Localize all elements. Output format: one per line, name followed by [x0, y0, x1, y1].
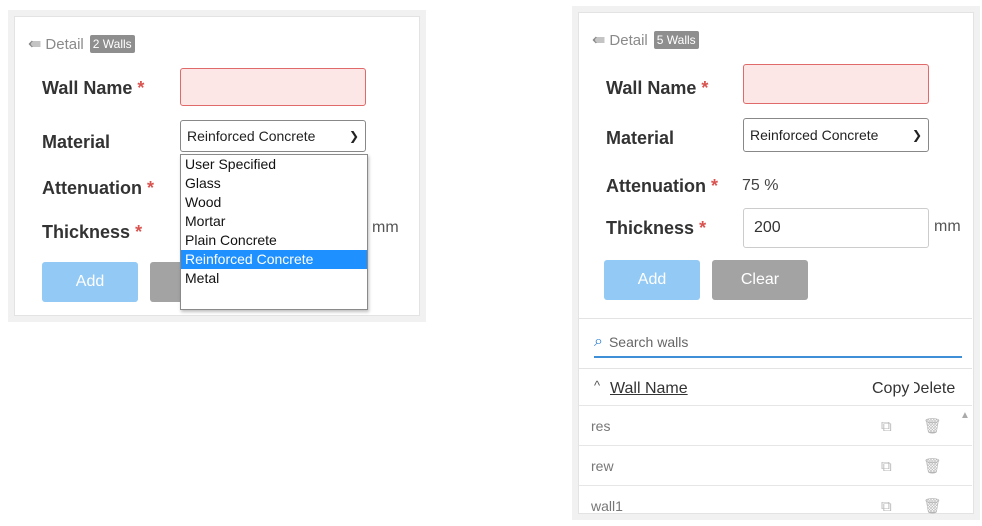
- table-row[interactable]: res ⧉ 🗑: [579, 405, 972, 446]
- search-icon: ⌕: [594, 333, 603, 350]
- thickness-label-text: Thickness: [606, 218, 695, 238]
- column-header-delete-text: Delete: [914, 380, 956, 397]
- sort-ascending-icon[interactable]: ^: [594, 378, 600, 393]
- search-bar[interactable]: ⌕ Search walls: [594, 328, 962, 358]
- copy-icon[interactable]: ⧉: [881, 458, 892, 475]
- material-select[interactable]: Reinforced Concrete ❯: [743, 118, 929, 152]
- dropdown-option[interactable]: Wood: [181, 193, 367, 212]
- wall-name-input[interactable]: [743, 64, 929, 104]
- detail-header[interactable]: ⇚ Detail 2 Walls: [28, 34, 135, 54]
- search-input[interactable]: Search walls: [609, 334, 688, 350]
- add-button[interactable]: Add: [604, 260, 700, 300]
- chevron-down-icon: ❯: [348, 129, 359, 143]
- wall-name-label-text: Wall Name: [606, 78, 697, 98]
- wall-name-label: Wall Name *: [606, 78, 708, 99]
- dropdown-option[interactable]: User Specified: [181, 155, 367, 174]
- material-label: Material: [42, 132, 111, 152]
- trash-icon[interactable]: 🗑: [923, 417, 942, 435]
- wall-name-cell: rew: [591, 458, 614, 474]
- chevron-down-icon: ❯: [911, 128, 922, 142]
- scroll-up-arrow-icon[interactable]: ▲: [960, 410, 970, 421]
- attenuation-label: Attenuation *: [42, 178, 154, 199]
- wall-name-label: Wall Name *: [42, 78, 144, 99]
- required-mark: *: [699, 218, 707, 238]
- material-dropdown-list[interactable]: User Specified Glass Wood Mortar Plain C…: [180, 154, 368, 310]
- clear-button[interactable]: Clear: [712, 260, 808, 300]
- attenuation-label: Attenuation *: [606, 176, 718, 197]
- attenuation-value: 75 %: [742, 177, 779, 194]
- thickness-label-text: Thickness: [42, 222, 131, 242]
- material-selected-value: Reinforced Concrete: [750, 127, 879, 143]
- dropdown-option-selected[interactable]: Reinforced Concrete: [181, 250, 367, 269]
- collapse-list-icon[interactable]: ⇚: [28, 34, 41, 54]
- walls-count-badge: 5 Walls: [653, 31, 699, 49]
- wall-name-cell: wall1: [591, 498, 623, 514]
- required-mark: *: [137, 78, 145, 98]
- wall-name-input[interactable]: [180, 68, 366, 106]
- table-row[interactable]: wall1 ⧉ 🗑: [579, 485, 972, 526]
- wall-name-label-text: Wall Name: [42, 78, 133, 98]
- material-selected-value: Reinforced Concrete: [187, 128, 316, 144]
- required-mark: *: [135, 222, 143, 242]
- collapse-list-icon[interactable]: ⇚: [592, 30, 605, 50]
- attenuation-label-text: Attenuation: [606, 176, 706, 196]
- column-header-delete: Delete: [914, 380, 962, 398]
- required-mark: *: [147, 178, 155, 198]
- detail-label: Detail: [45, 35, 84, 53]
- thickness-label: Thickness *: [42, 222, 142, 243]
- material-select[interactable]: Reinforced Concrete ❯: [180, 120, 366, 152]
- header-divider: [579, 368, 972, 369]
- thickness-unit: mm: [934, 218, 961, 235]
- wall-name-cell: res: [591, 418, 611, 434]
- column-header-wall-name[interactable]: Wall Name: [610, 380, 688, 398]
- detail-label: Detail: [609, 31, 648, 49]
- material-label: Material: [606, 128, 675, 148]
- dropdown-option[interactable]: Metal: [181, 269, 367, 288]
- required-mark: *: [701, 78, 709, 98]
- attenuation-label-text: Attenuation: [42, 178, 142, 198]
- trash-icon[interactable]: 🗑: [923, 497, 942, 515]
- dropdown-option[interactable]: Mortar: [181, 212, 367, 231]
- dropdown-option[interactable]: Glass: [181, 174, 367, 193]
- thickness-unit: mm: [372, 219, 399, 236]
- copy-icon[interactable]: ⧉: [881, 418, 892, 435]
- table-row[interactable]: rew ⧉ 🗑: [579, 445, 972, 486]
- dropdown-option[interactable]: Plain Concrete: [181, 231, 367, 250]
- detail-header[interactable]: ⇚ Detail 5 Walls: [592, 30, 699, 50]
- copy-icon[interactable]: ⧉: [881, 498, 892, 515]
- walls-count-badge: 2 Walls: [89, 35, 135, 53]
- column-header-copy: Copy: [872, 380, 910, 397]
- trash-icon[interactable]: 🗑: [923, 457, 942, 475]
- thickness-input[interactable]: 200: [743, 208, 929, 248]
- required-mark: *: [711, 176, 719, 196]
- thickness-label: Thickness *: [606, 218, 706, 239]
- add-button[interactable]: Add: [42, 262, 138, 302]
- section-divider: [579, 318, 972, 319]
